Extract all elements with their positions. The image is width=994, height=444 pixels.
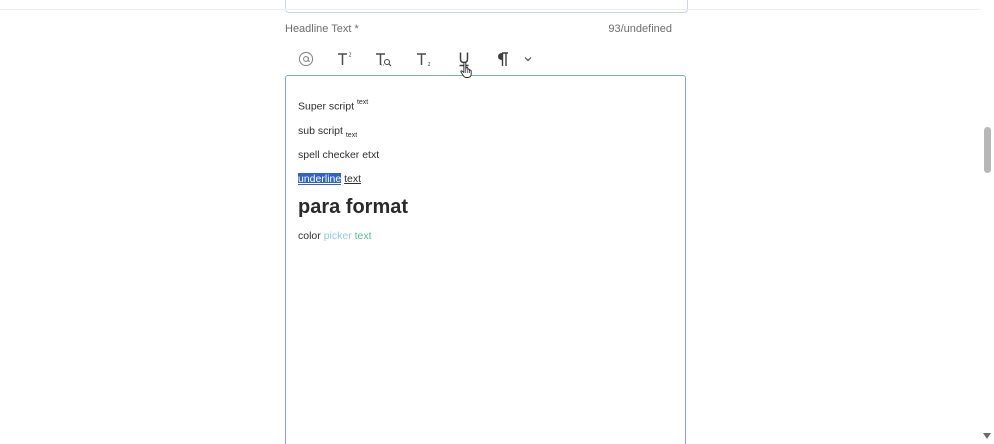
editor-line-color: color picker text [298, 230, 372, 242]
pilcrow-icon [498, 52, 508, 66]
page-scrollbar[interactable] [980, 0, 994, 444]
character-count: 93/undefined [608, 23, 672, 35]
subscript-icon: 2 [417, 53, 431, 67]
editor-line-underline: underline text [298, 173, 361, 185]
spellcheck-icon [376, 53, 392, 67]
rich-text-editor[interactable]: Super script text sub script text spell … [285, 75, 686, 444]
superscript-text: text [356, 99, 369, 106]
scroll-down-arrow-icon[interactable] [983, 433, 991, 439]
line-text: sub script [298, 125, 346, 137]
headline-text-label: Headline Text * [285, 23, 359, 35]
editor-line-heading: para format [298, 196, 408, 219]
line-text: color [298, 230, 324, 242]
spellcheck-button[interactable] [373, 46, 395, 72]
mention-button[interactable] [295, 46, 317, 72]
scrollbar-thumb[interactable] [984, 127, 991, 173]
hand-cursor-icon [460, 61, 472, 78]
heading-text: para format [298, 196, 409, 218]
divider [0, 9, 980, 10]
previous-field-input[interactable] [285, 0, 688, 13]
blue-colored-text: picker [323, 230, 352, 242]
svg-text:2: 2 [428, 62, 431, 67]
more-options-button[interactable] [521, 46, 535, 72]
chevron-down-icon [524, 57, 532, 62]
superscript-icon: 2 [338, 53, 352, 65]
green-colored-text: text [354, 230, 372, 242]
line-text: Super script [298, 100, 357, 113]
editor-line-spellcheck: spell checker etxt [298, 149, 379, 161]
subscript-text: text [345, 132, 358, 140]
page: Headline Text * 93/undefined 2 2 Super s… [0, 0, 994, 444]
selected-underlined-text: underline [298, 173, 342, 185]
line-text: spell checker etxt [298, 149, 380, 161]
superscript-button[interactable]: 2 [334, 46, 356, 72]
editor-line-superscript: Super script text [298, 99, 369, 113]
subscript-button[interactable]: 2 [413, 46, 435, 72]
svg-text:2: 2 [349, 53, 352, 59]
editor-line-subscript: sub script text [298, 125, 357, 139]
paragraph-format-button[interactable] [493, 46, 513, 72]
underlined-text: text [344, 173, 362, 185]
at-icon [298, 51, 314, 67]
